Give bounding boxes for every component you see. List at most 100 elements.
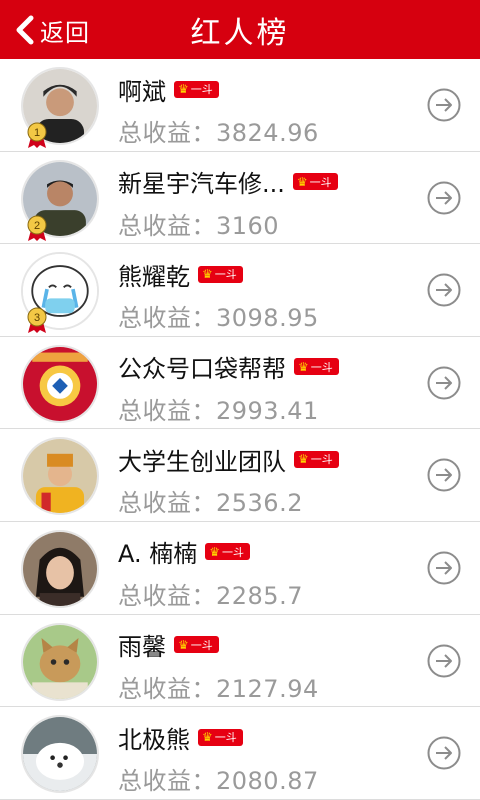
level-badge: ♛ 一斗 (294, 450, 339, 468)
name-line: 熊耀乾 ♛ 一斗 (118, 258, 243, 291)
avatar-image (23, 717, 97, 792)
arrow-right-circle-icon[interactable] (427, 644, 461, 678)
user-name: 北极熊 (118, 725, 190, 754)
user-name: 啊斌 (118, 77, 166, 106)
trophy-icon: ♛ (202, 267, 213, 282)
income-value: 2127.94 (216, 674, 319, 703)
user-name: 大学生创业团队 (118, 447, 286, 476)
income-label: 总收益： (118, 396, 216, 425)
trophy-icon: ♛ (298, 452, 309, 467)
level-badge-label: 一斗 (222, 545, 245, 559)
name-line: 啊斌 ♛ 一斗 (118, 73, 219, 106)
user-name: A. 楠楠 (118, 540, 198, 569)
arrow-right-circle-icon[interactable] (427, 181, 461, 215)
list-item[interactable]: 1 啊斌 ♛ 一斗 总收益：3824.96 (0, 59, 480, 152)
arrow-right-circle-icon[interactable] (427, 88, 461, 122)
avatar[interactable] (21, 622, 99, 701)
name-line: A. 楠楠 ♛ 一斗 (118, 536, 251, 569)
list-item[interactable]: 2 新星宇汽车修... ♛ 一斗 总收益：3160 (0, 152, 480, 245)
list-item[interactable]: 3 熊耀乾 ♛ 一斗 总收益：3098.95 (0, 244, 480, 337)
level-badge-label: 一斗 (190, 638, 213, 652)
income-line: 总收益：3824.96 (118, 113, 319, 148)
income-label: 总收益： (118, 674, 216, 703)
level-badge: ♛ 一斗 (198, 728, 243, 746)
avatar[interactable] (21, 344, 99, 423)
medal-icon: 3 (27, 307, 47, 334)
level-badge: ♛ 一斗 (174, 636, 219, 654)
level-badge-label: 一斗 (310, 360, 333, 374)
level-badge: ♛ 一斗 (198, 265, 243, 283)
level-badge-label: 一斗 (309, 175, 332, 189)
ranking-list: 1 啊斌 ♛ 一斗 总收益：3824.96 2 新星宇汽车修... ♛ 一斗 总… (0, 59, 480, 800)
user-name: 雨馨 (118, 633, 166, 662)
trophy-icon: ♛ (296, 174, 308, 189)
avatar[interactable] (21, 715, 99, 794)
income-value: 3824.96 (216, 119, 319, 147)
rank-number: 3 (34, 312, 40, 324)
list-item[interactable]: 北极熊 ♛ 一斗 总收益：2080.87 (0, 707, 480, 800)
income-value: 2285.7 (216, 581, 303, 610)
avatar[interactable] (21, 529, 99, 608)
income-label: 总收益： (118, 119, 216, 147)
avatar-image (23, 439, 97, 514)
income-label: 总收益： (118, 211, 216, 240)
arrow-right-circle-icon[interactable] (427, 551, 461, 585)
income-label: 总收益： (118, 581, 216, 610)
income-line: 总收益：3160 (118, 206, 279, 241)
trophy-icon: ♛ (298, 359, 309, 374)
name-line: 北极熊 ♛ 一斗 (118, 721, 243, 754)
chevron-left-icon (16, 15, 34, 45)
arrow-right-circle-icon[interactable] (427, 273, 461, 307)
rank-number: 2 (34, 220, 40, 232)
rank-number: 1 (34, 127, 40, 139)
income-value: 3098.95 (216, 304, 319, 333)
level-badge-label: 一斗 (214, 731, 237, 745)
income-value: 3160 (216, 211, 280, 240)
trophy-icon: ♛ (178, 82, 189, 96)
trophy-icon: ♛ (209, 544, 221, 559)
arrow-right-circle-icon[interactable] (427, 366, 461, 400)
name-line: 雨馨 ♛ 一斗 (118, 629, 219, 661)
avatar-image (23, 531, 97, 606)
list-item[interactable]: 雨馨 ♛ 一斗 总收益：2127.94 (0, 615, 480, 708)
level-badge-label: 一斗 (190, 83, 213, 96)
avatar[interactable] (21, 437, 99, 516)
medal-icon: 1 (27, 122, 47, 148)
income-line: 总收益：2536.2 (118, 483, 303, 518)
back-button[interactable]: 返回 (14, 10, 90, 50)
user-name: 公众号口袋帮帮 (118, 355, 286, 384)
income-label: 总收益： (118, 304, 216, 333)
user-name: 新星宇汽车修... (118, 170, 285, 199)
list-item[interactable]: A. 楠楠 ♛ 一斗 总收益：2285.7 (0, 522, 480, 615)
top-bar: 返回 红人榜 (0, 0, 480, 59)
income-line: 总收益：2127.94 (118, 669, 319, 704)
level-badge-label: 一斗 (310, 453, 333, 467)
back-label: 返回 (40, 18, 90, 47)
income-line: 总收益：3098.95 (118, 298, 319, 333)
name-line: 公众号口袋帮帮 ♛ 一斗 (118, 351, 339, 383)
income-value: 2080.87 (216, 767, 319, 796)
user-name: 熊耀乾 (118, 262, 190, 291)
list-item[interactable]: 大学生创业团队 ♛ 一斗 总收益：2536.2 (0, 429, 480, 522)
trophy-icon: ♛ (178, 637, 189, 652)
income-line: 总收益：2285.7 (118, 576, 303, 611)
avatar-image (23, 346, 97, 421)
income-line: 总收益：2080.87 (118, 761, 319, 796)
income-label: 总收益： (118, 767, 216, 796)
list-item[interactable]: 公众号口袋帮帮 ♛ 一斗 总收益：2993.41 (0, 337, 480, 430)
name-line: 新星宇汽车修... ♛ 一斗 (118, 166, 338, 198)
medal-icon: 2 (27, 215, 47, 241)
arrow-right-circle-icon[interactable] (427, 458, 461, 492)
avatar-image (23, 624, 97, 699)
level-badge: ♛ 一斗 (205, 543, 251, 561)
income-value: 2993.41 (216, 396, 319, 425)
name-line: 大学生创业团队 ♛ 一斗 (118, 443, 339, 476)
level-badge: ♛ 一斗 (294, 358, 339, 376)
level-badge: ♛ 一斗 (174, 80, 219, 98)
income-value: 2536.2 (216, 489, 303, 518)
arrow-right-circle-icon[interactable] (427, 736, 461, 770)
level-badge: ♛ 一斗 (292, 173, 338, 191)
income-label: 总收益： (118, 489, 216, 518)
income-line: 总收益：2993.41 (118, 391, 319, 426)
level-badge-label: 一斗 (214, 268, 237, 282)
